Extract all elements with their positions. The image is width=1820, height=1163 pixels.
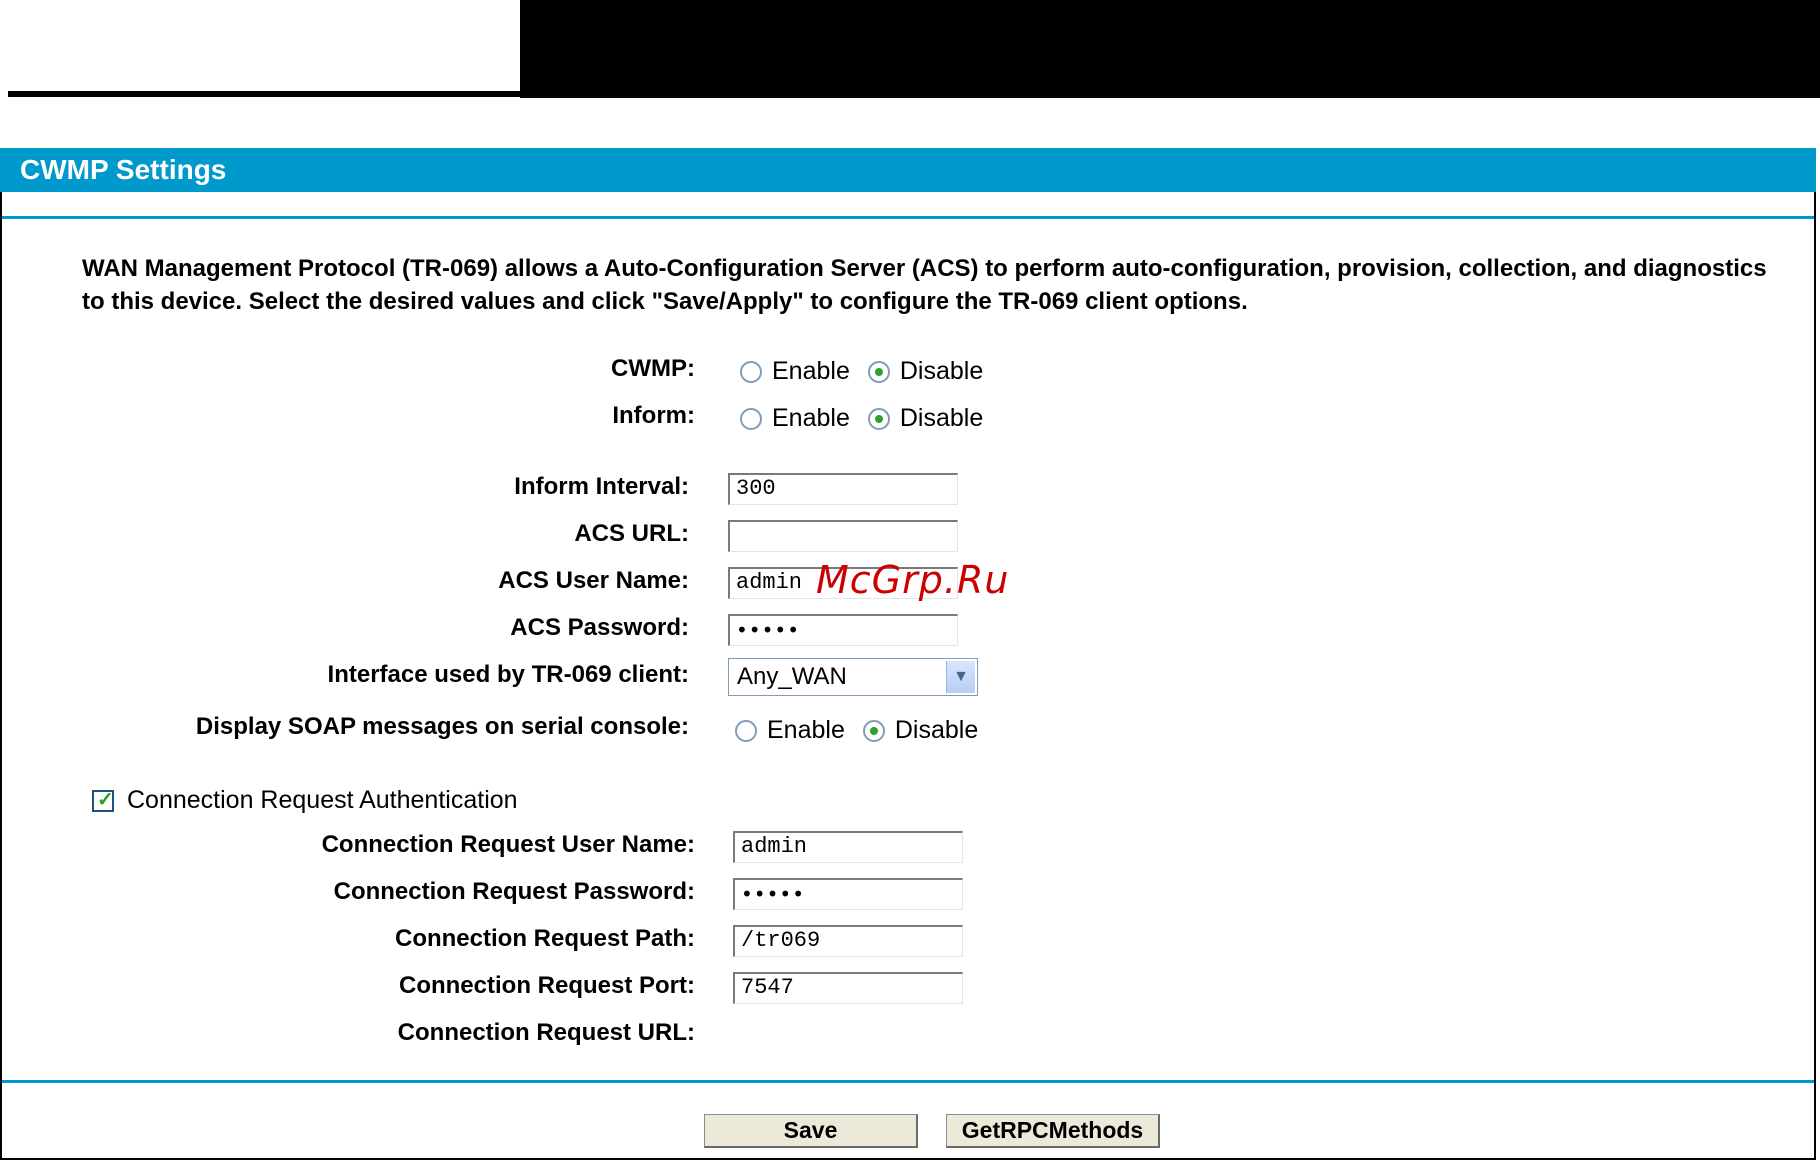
chevron-down-icon[interactable]: ▼: [946, 661, 975, 693]
watermark: McGrp.Ru: [816, 558, 1010, 602]
top-left-rule: [8, 91, 520, 97]
conn-port-input[interactable]: 7547: [733, 972, 963, 1004]
interface-label: Interface used by TR-069 client:: [327, 661, 689, 688]
page-title: CWMP Settings: [20, 154, 227, 185]
connection-auth-label: Connection Request Authentication: [127, 786, 518, 814]
cwmp-disable-label: Disable: [899, 357, 984, 385]
acs-user-name-label: ACS User Name:: [498, 567, 689, 594]
conn-url-label: Connection Request URL:: [397, 1019, 695, 1046]
soap-disable-radio[interactable]: [862, 719, 885, 742]
interface-select-value: Any_WAN: [737, 663, 847, 690]
top-banner: [520, 0, 1820, 98]
cwmp-radio-group: Enable Disable: [740, 357, 1001, 386]
conn-path-label: Connection Request Path:: [394, 925, 695, 952]
cwmp-label: CWMP:: [611, 355, 695, 382]
interface-select[interactable]: Any_WAN ▼: [728, 658, 978, 696]
conn-port-label: Connection Request Port:: [398, 972, 695, 999]
soap-enable-radio[interactable]: [735, 719, 757, 742]
inform-enable-label: Enable: [772, 404, 850, 432]
conn-path-input[interactable]: /tr069: [733, 925, 963, 957]
divider-top: [2, 216, 1814, 219]
checkmark-icon: ✓: [97, 789, 114, 811]
inform-enable-radio[interactable]: [740, 407, 762, 430]
panel-header: [0, 148, 1816, 192]
soap-disable-label: Disable: [894, 716, 979, 744]
acs-url-input[interactable]: [728, 520, 958, 552]
inform-interval-label: Inform Interval:: [514, 473, 689, 500]
inform-disable-radio[interactable]: [867, 407, 890, 430]
conn-password-label: Connection Request Password:: [333, 878, 695, 905]
inform-radio-group: Enable Disable: [740, 404, 1001, 433]
conn-password-input[interactable]: •••••: [733, 878, 963, 910]
acs-password-label: ACS Password:: [510, 614, 689, 641]
soap-radio-group: Enable Disable: [735, 716, 996, 745]
acs-password-input[interactable]: •••••: [728, 614, 958, 646]
connection-auth-checkbox[interactable]: ✓: [92, 789, 114, 812]
save-button[interactable]: Save: [704, 1114, 918, 1148]
conn-user-name-label: Connection Request User Name:: [321, 831, 695, 858]
acs-url-label: ACS URL:: [574, 520, 689, 547]
intro-text: WAN Management Protocol (TR-069) allows …: [82, 255, 1767, 315]
get-rpc-methods-button[interactable]: GetRPCMethods: [946, 1114, 1160, 1148]
soap-label: Display SOAP messages on serial console:: [195, 713, 689, 740]
soap-enable-label: Enable: [767, 716, 845, 744]
cwmp-enable-radio[interactable]: [740, 360, 762, 383]
cwmp-enable-label: Enable: [772, 357, 850, 385]
divider-bottom: [2, 1080, 1814, 1083]
inform-disable-label: Disable: [899, 404, 984, 432]
inform-interval-input[interactable]: 300: [728, 473, 958, 505]
cwmp-disable-radio[interactable]: [867, 360, 890, 383]
inform-label: Inform:: [612, 402, 695, 429]
conn-user-name-input[interactable]: admin: [733, 831, 963, 863]
